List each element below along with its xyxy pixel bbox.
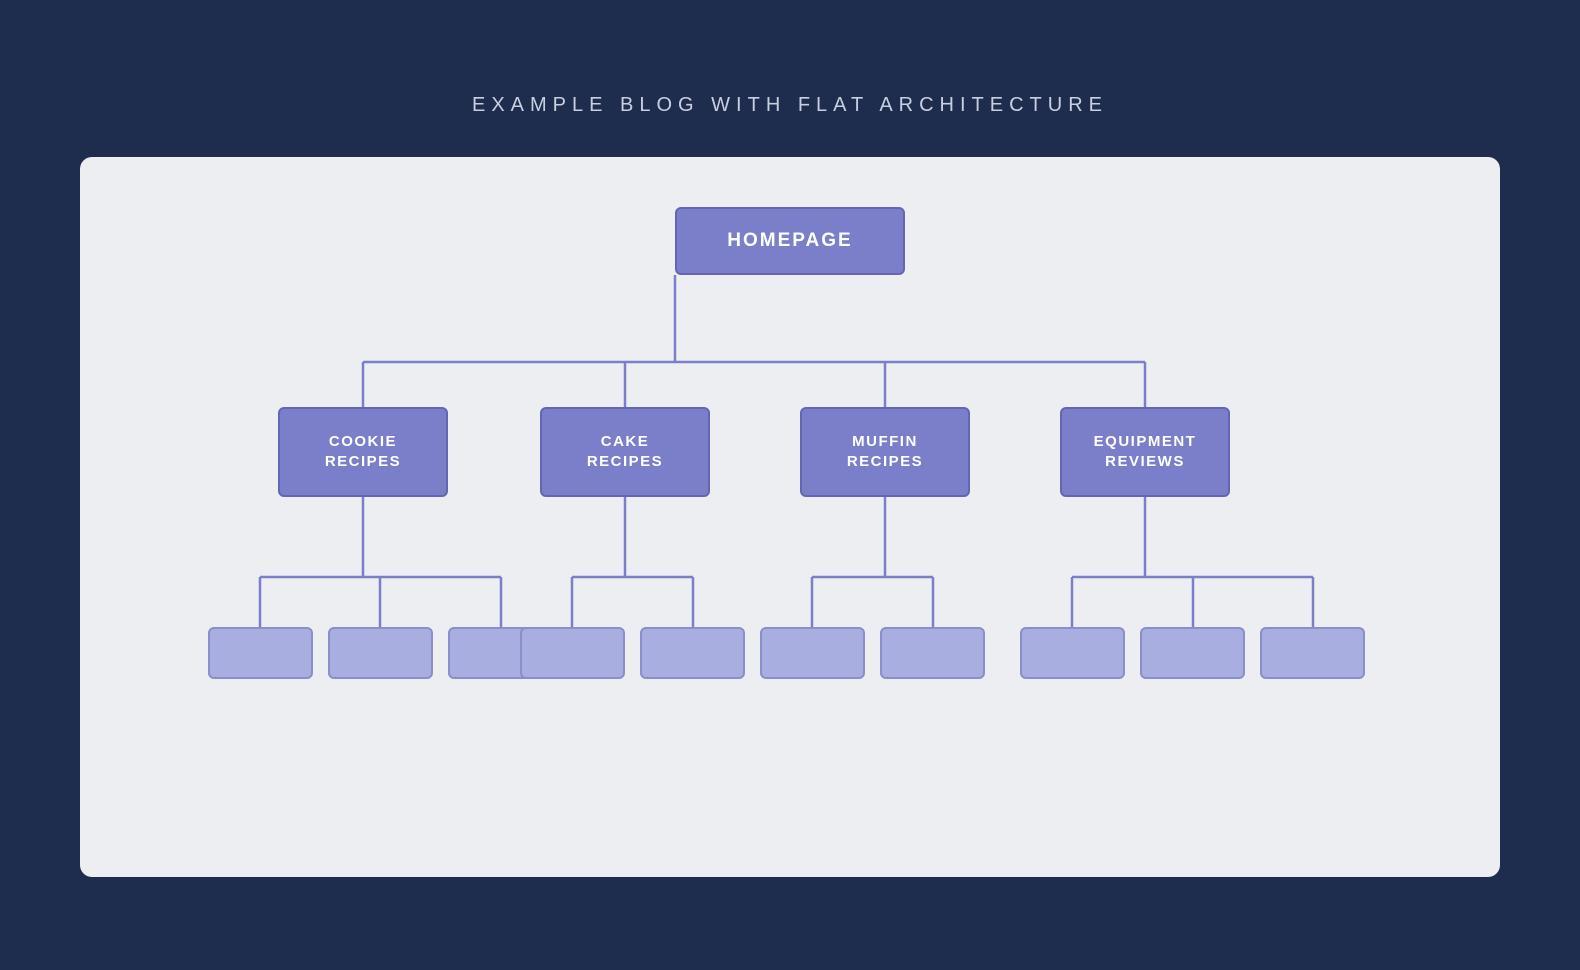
- node-muffin-recipes: MUFFINRECIPES: [800, 407, 970, 497]
- node-equipment-child-3: [1260, 627, 1365, 679]
- tree-wrapper: HOMEPAGE COOKIERECIPES CAKERECIPES MUFFI…: [150, 207, 1430, 787]
- diagram-container: HOMEPAGE COOKIERECIPES CAKERECIPES MUFFI…: [80, 157, 1500, 877]
- node-muffin-child-2: [880, 627, 985, 679]
- node-cookie-child-2: [328, 627, 433, 679]
- page-title: EXAMPLE BLOG WITH FLAT ARCHITECTURE: [472, 94, 1108, 117]
- node-cake-child-2: [640, 627, 745, 679]
- node-cookie-child-1: [208, 627, 313, 679]
- node-cake-recipes: CAKERECIPES: [540, 407, 710, 497]
- node-equipment-child-2: [1140, 627, 1245, 679]
- node-equipment-child-1: [1020, 627, 1125, 679]
- connector-lines: [150, 207, 1430, 787]
- node-cake-child-1: [520, 627, 625, 679]
- node-homepage: HOMEPAGE: [675, 207, 905, 275]
- node-equipment-reviews: EQUIPMENTREVIEWS: [1060, 407, 1230, 497]
- node-cookie-recipes: COOKIERECIPES: [278, 407, 448, 497]
- node-muffin-child-1: [760, 627, 865, 679]
